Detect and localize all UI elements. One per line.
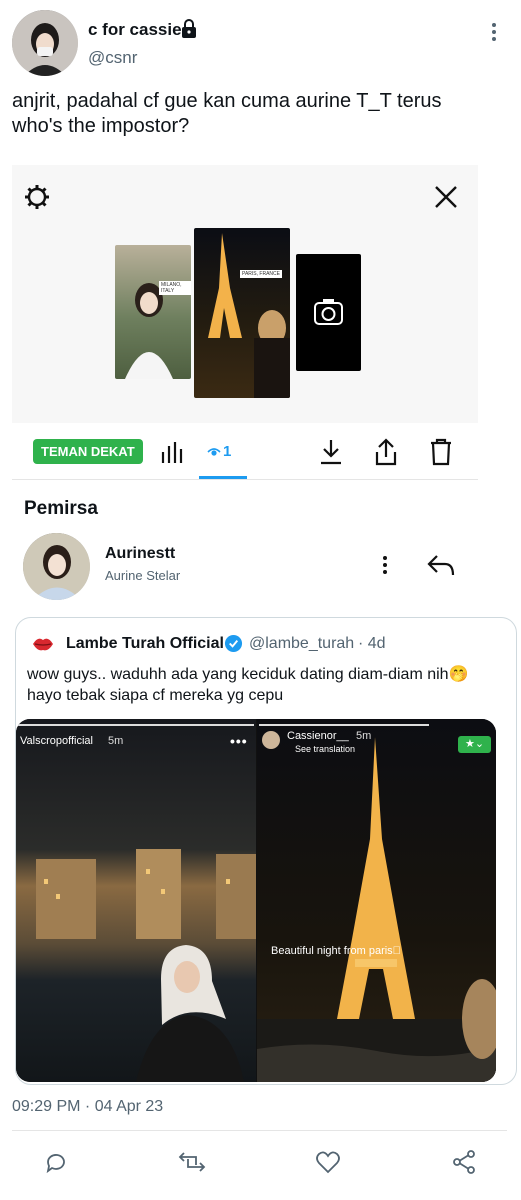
right-story-photo: Cassienor__ 5m See translation ★⌄ Beauti… xyxy=(257,719,496,1082)
quoted-text-line-2: hayo tebak siapa cf mereka yg cepu xyxy=(27,687,284,704)
viewer-username: Aurinestt xyxy=(105,545,176,562)
reply-arrow-icon xyxy=(427,553,455,577)
bar-chart-icon xyxy=(160,440,184,464)
settings-gear-icon xyxy=(24,184,50,210)
quoted-author-name: Lambe Turah Official xyxy=(66,635,224,652)
tweet-text-line-2: who's the impostor? xyxy=(12,115,190,137)
retweet-icon[interactable] xyxy=(178,1150,206,1179)
viewer-avatar xyxy=(23,533,90,600)
verified-badge-icon xyxy=(224,634,243,653)
lips-logo-icon xyxy=(32,635,54,653)
left-story-more-icon: ••• xyxy=(230,733,248,749)
quoted-media[interactable]: Valscropofficial 5m ••• Cassienor__ 5m S… xyxy=(16,719,496,1082)
tweet-text-line-1: anjrit, padahal cf gue kan cuma aurine T… xyxy=(12,90,442,112)
quoted-author-handle: @lambe_turah xyxy=(249,635,355,652)
right-story-translate: See translation xyxy=(295,744,356,754)
share-icon[interactable] xyxy=(451,1149,477,1180)
right-story-avatar xyxy=(262,731,280,749)
author-handle[interactable]: @csnr xyxy=(88,48,137,68)
eye-icon xyxy=(207,446,221,458)
viewer-fullname: Aurine Stelar xyxy=(105,568,181,583)
viewers-heading: Pemirsa xyxy=(24,498,98,519)
left-story-photo: Valscropofficial 5m ••• xyxy=(16,719,256,1082)
quoted-text-line-1: wow guys.. waduhh ada yang keciduk datin… xyxy=(27,666,469,683)
right-story-caption: Beautiful night from paris⃞ xyxy=(271,945,401,957)
close-friends-star-badge: ★⌄ xyxy=(458,736,491,753)
more-options-icon[interactable] xyxy=(488,22,500,42)
right-story-time: 5m xyxy=(356,730,372,742)
like-heart-icon[interactable] xyxy=(315,1150,341,1179)
left-story-progress xyxy=(18,724,254,726)
reply-icon[interactable] xyxy=(44,1150,68,1179)
close-friends-badge: TEMAN DEKAT xyxy=(33,439,143,464)
thumb-1-location: MILANO, ITALY xyxy=(159,281,191,295)
share-upload-icon xyxy=(373,437,399,467)
left-story-time: 5m xyxy=(108,735,124,747)
close-icon xyxy=(433,184,459,210)
story-thumb-2: PARIS, FRANCE xyxy=(194,228,290,398)
viewer-count: 1 xyxy=(223,443,232,460)
right-story-progress xyxy=(259,724,429,726)
download-icon xyxy=(319,438,343,466)
lock-icon xyxy=(179,19,199,39)
camera-icon xyxy=(314,299,343,325)
thumb-pointer xyxy=(233,406,251,416)
tab-divider xyxy=(12,479,478,480)
viewer-more-icon xyxy=(380,555,390,575)
action-divider xyxy=(12,1130,507,1131)
story-thumb-1: MILANO, ITALY xyxy=(115,245,191,379)
author-avatar[interactable] xyxy=(12,10,78,76)
author-name[interactable]: c for cassie xyxy=(88,20,182,40)
trash-icon xyxy=(429,437,453,467)
story-thumb-camera xyxy=(296,254,361,371)
thumb-2-location: PARIS, FRANCE xyxy=(240,270,282,278)
right-story-user: Cassienor__ xyxy=(287,730,349,742)
left-story-user: Valscropofficial xyxy=(20,735,93,747)
tweet-timestamp: 09:29 PM · 04 Apr 23 xyxy=(12,1098,164,1115)
quoted-time: · 4d xyxy=(358,635,386,652)
